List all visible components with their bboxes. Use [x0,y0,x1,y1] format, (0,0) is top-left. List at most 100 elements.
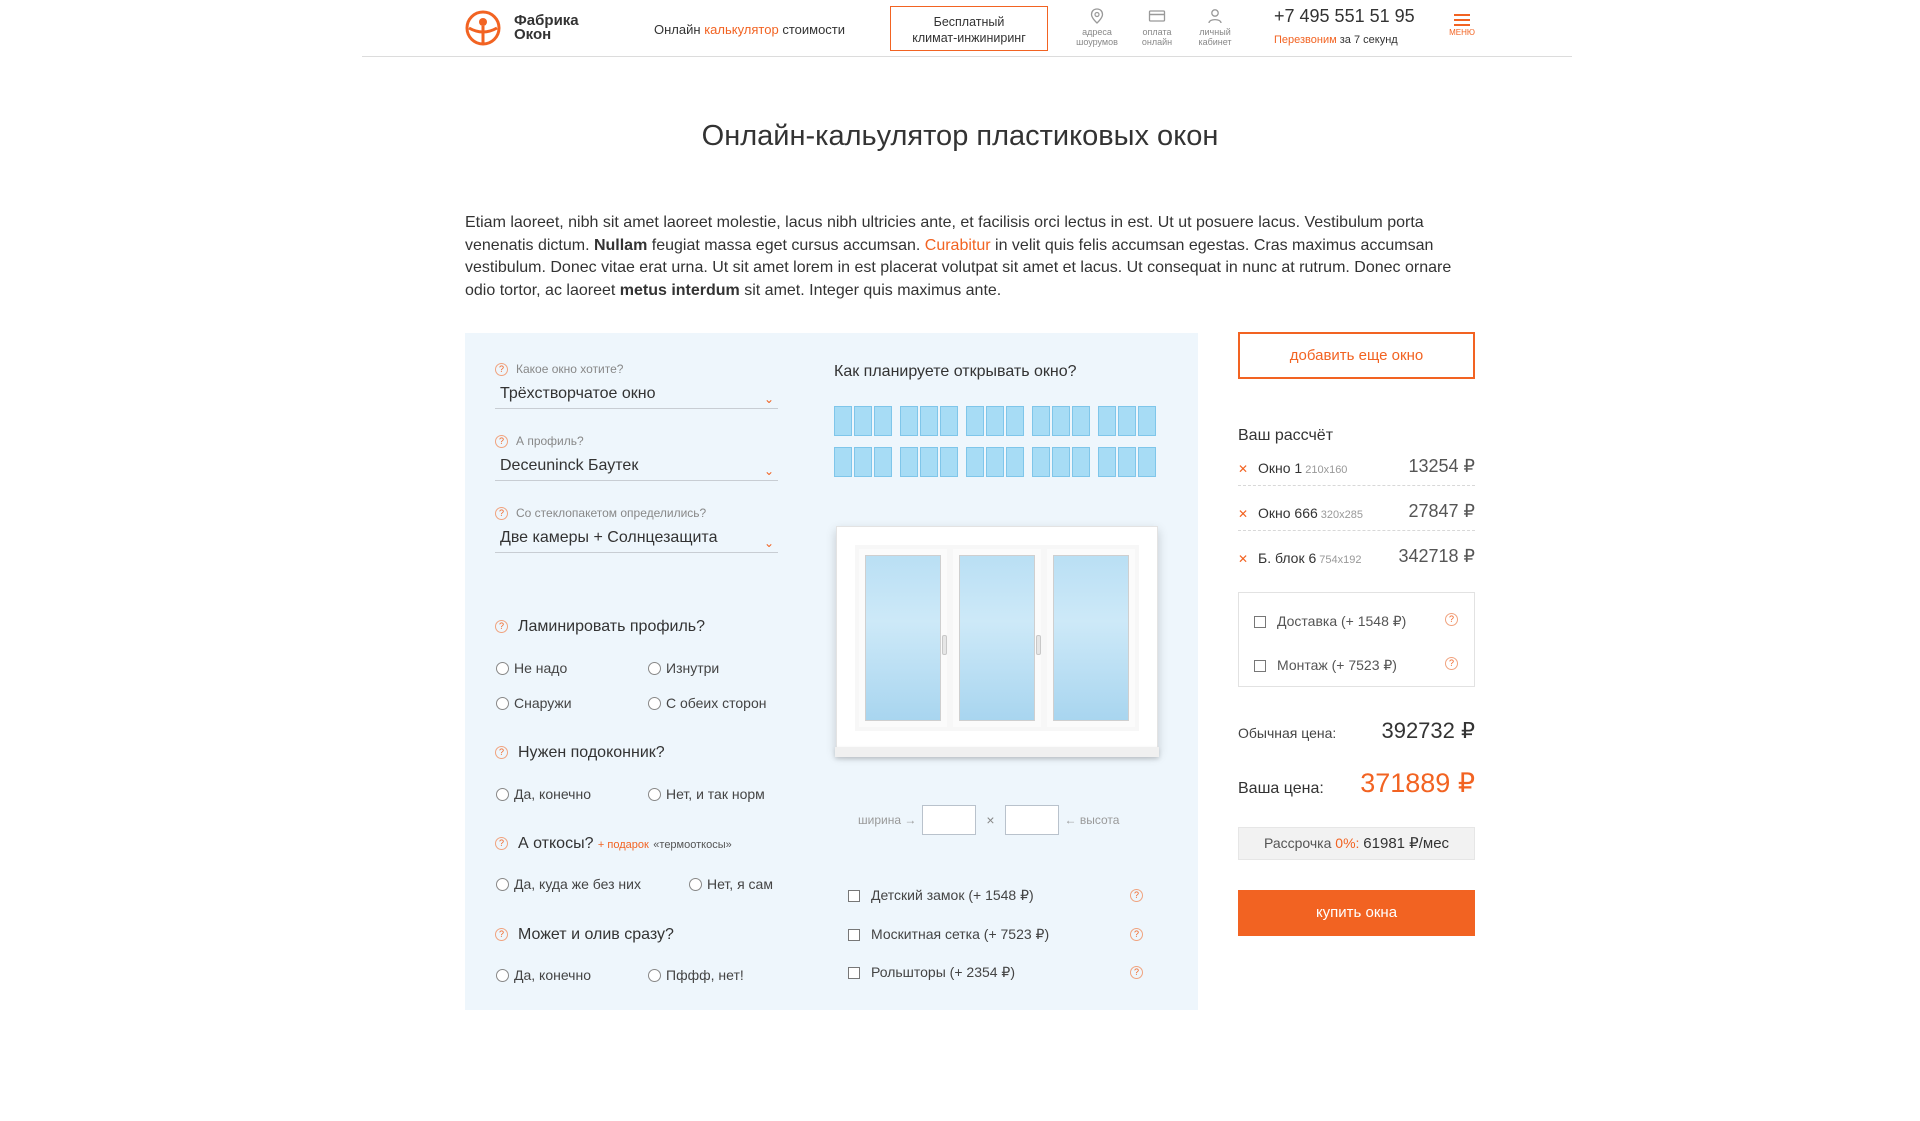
menu-label: МЕНЮ [1449,28,1475,37]
climate-line-1: Бесплатный [933,15,1005,29]
climate-engineering-button[interactable]: Бесплатный климат-инжиниринг [890,6,1048,51]
sash-pane-icon [1072,406,1090,436]
slopes-option-no[interactable]: Нет, я сам [689,876,773,892]
help-icon[interactable]: ? [1445,657,1458,670]
radio-circle [496,661,509,675]
callback-link[interactable]: Перезвоним за 7 секунд [1274,34,1398,46]
window-handle [942,635,947,655]
extra-label: Монтаж (+ 7523 ₽) [1277,657,1397,673]
sash-variant-button[interactable] [1098,406,1156,436]
addon-child-lock[interactable]: Детский замок (+ 1548 ₽) [848,887,1034,904]
profile-label-text: А профиль? [516,434,584,448]
height-input[interactable] [1004,805,1059,835]
window-pane [859,549,947,727]
extra-delivery[interactable]: Доставка (+ 1548 ₽) [1254,613,1406,630]
drain-title: Может и олив сразу? [518,926,674,943]
item-name: Окно 666 [1258,505,1318,521]
add-window-button[interactable]: добавить еще окно [1238,332,1475,379]
radio-circle [648,696,661,710]
glass-select[interactable]: Две камеры + Солнцезащита ⌄ [495,525,778,553]
sash-pane-icon [900,406,918,436]
sill-option-yes[interactable]: Да, конечно [496,786,591,802]
pay-online-link[interactable]: оплата онлайн [1127,8,1187,47]
help-icon[interactable]: ? [1130,928,1143,941]
intro-part-2: feugiat massa eget cursus accumsan. [647,236,925,254]
sash-variant-button[interactable] [834,447,892,477]
remove-icon[interactable]: ✕ [1238,462,1248,476]
account-line-2: кабинет [1198,37,1232,47]
gift-label: + подарок [597,839,649,851]
drain-option-no[interactable]: Пффф, нет! [648,967,744,983]
sash-variant-button[interactable] [966,447,1024,477]
slopes-option-yes[interactable]: Да, куда же без них [496,876,641,892]
sash-pane-icon [1052,406,1070,436]
addon-mosquito-net[interactable]: Москитная сетка (+ 7523 ₽) [848,926,1049,943]
profile-select[interactable]: Deceuninck Баутек ⌄ [495,453,778,481]
help-icon[interactable]: ? [495,435,508,449]
summary-item: ✕ Окно 1 210x160 13254 ₽ [1238,456,1475,486]
phone-number[interactable]: +7 495 551 51 95 [1274,6,1415,27]
buy-windows-button[interactable]: купить окна [1238,890,1475,936]
extra-label: Доставка (+ 1548 ₽) [1277,613,1407,629]
radio-circle [689,877,702,891]
sash-variant-button[interactable] [834,406,892,436]
help-icon[interactable]: ? [495,746,508,760]
drain-option-yes[interactable]: Да, конечно [496,967,591,983]
option-label: С обеих сторон [666,695,767,711]
laminate-option-outside[interactable]: Снаружи [496,695,572,711]
sill-title: Нужен подоконник? [518,744,665,761]
laminate-option-none[interactable]: Не надо [496,660,567,676]
window-type-select[interactable]: Трёхстворчатое окно ⌄ [495,381,778,409]
laminate-question: ? Ламинировать профиль? [495,618,705,636]
sash-pane-icon [900,447,918,477]
menu-button[interactable]: МЕНЮ [1446,14,1478,37]
help-icon[interactable]: ? [495,620,508,634]
callback-accent: Перезвоним [1274,34,1337,46]
sash-pane-icon [874,406,892,436]
help-icon[interactable]: ? [495,507,508,521]
sash-pane-icon [1032,447,1050,477]
calc-link-prefix: Онлайн [654,22,701,37]
sash-variant-button[interactable] [1032,406,1090,436]
addon-roller-blinds[interactable]: Рольшторы (+ 2354 ₽) [848,964,1015,981]
help-icon[interactable]: ? [495,928,508,942]
glass-value: Две камеры + Солнцезащита [500,529,718,546]
window-type-value: Трёхстворчатое окно [500,385,656,402]
help-icon[interactable]: ? [495,837,508,851]
slopes-question: ? А откосы? + подарок «термооткосы» [495,835,732,853]
laminate-option-both[interactable]: С обеих сторон [648,695,767,711]
sash-variant-button[interactable] [900,406,958,436]
help-icon[interactable]: ? [495,363,508,377]
sash-variant-button[interactable] [1098,447,1156,477]
help-icon[interactable]: ? [1130,966,1143,979]
sill-option-no[interactable]: Нет, и так норм [648,786,765,802]
sash-pane-icon [1138,447,1156,477]
site-header: Фабрика Окон Онлайн калькулятор стоимост… [362,0,1572,57]
remove-icon[interactable]: ✕ [1238,552,1248,566]
sash-variant-button[interactable] [900,447,958,477]
intro-link[interactable]: Curabitur [925,237,991,254]
remove-icon[interactable]: ✕ [1238,507,1248,521]
glass-label: ? Со стеклопакетом определились? [495,506,706,521]
addon-label: Детский замок (+ 1548 ₽) [871,887,1034,903]
sash-variant-button[interactable] [1032,447,1090,477]
account-link[interactable]: личный кабинет [1185,8,1245,47]
radio-circle [648,968,661,982]
extra-installation[interactable]: Монтаж (+ 7523 ₽) [1254,657,1397,674]
showroom-line-1: адреса [1082,27,1112,37]
online-calc-link[interactable]: Онлайн калькулятор стоимости [654,22,845,37]
width-input[interactable] [922,805,977,835]
laminate-option-inside[interactable]: Изнутри [648,660,719,676]
help-icon[interactable]: ? [1130,889,1143,902]
sash-variant-button[interactable] [966,406,1024,436]
radio-circle [648,661,661,675]
showroom-link[interactable]: адреса шоурумов [1067,8,1127,47]
sash-pane-icon [834,406,852,436]
sash-pane-icon [854,447,872,477]
checkbox [1254,659,1266,672]
help-icon[interactable]: ? [1445,613,1458,626]
logo[interactable]: Фабрика Окон [460,10,579,46]
logo-icon [460,10,506,46]
sash-pane-icon [1118,406,1136,436]
gift-text: «термооткосы» [653,839,732,851]
